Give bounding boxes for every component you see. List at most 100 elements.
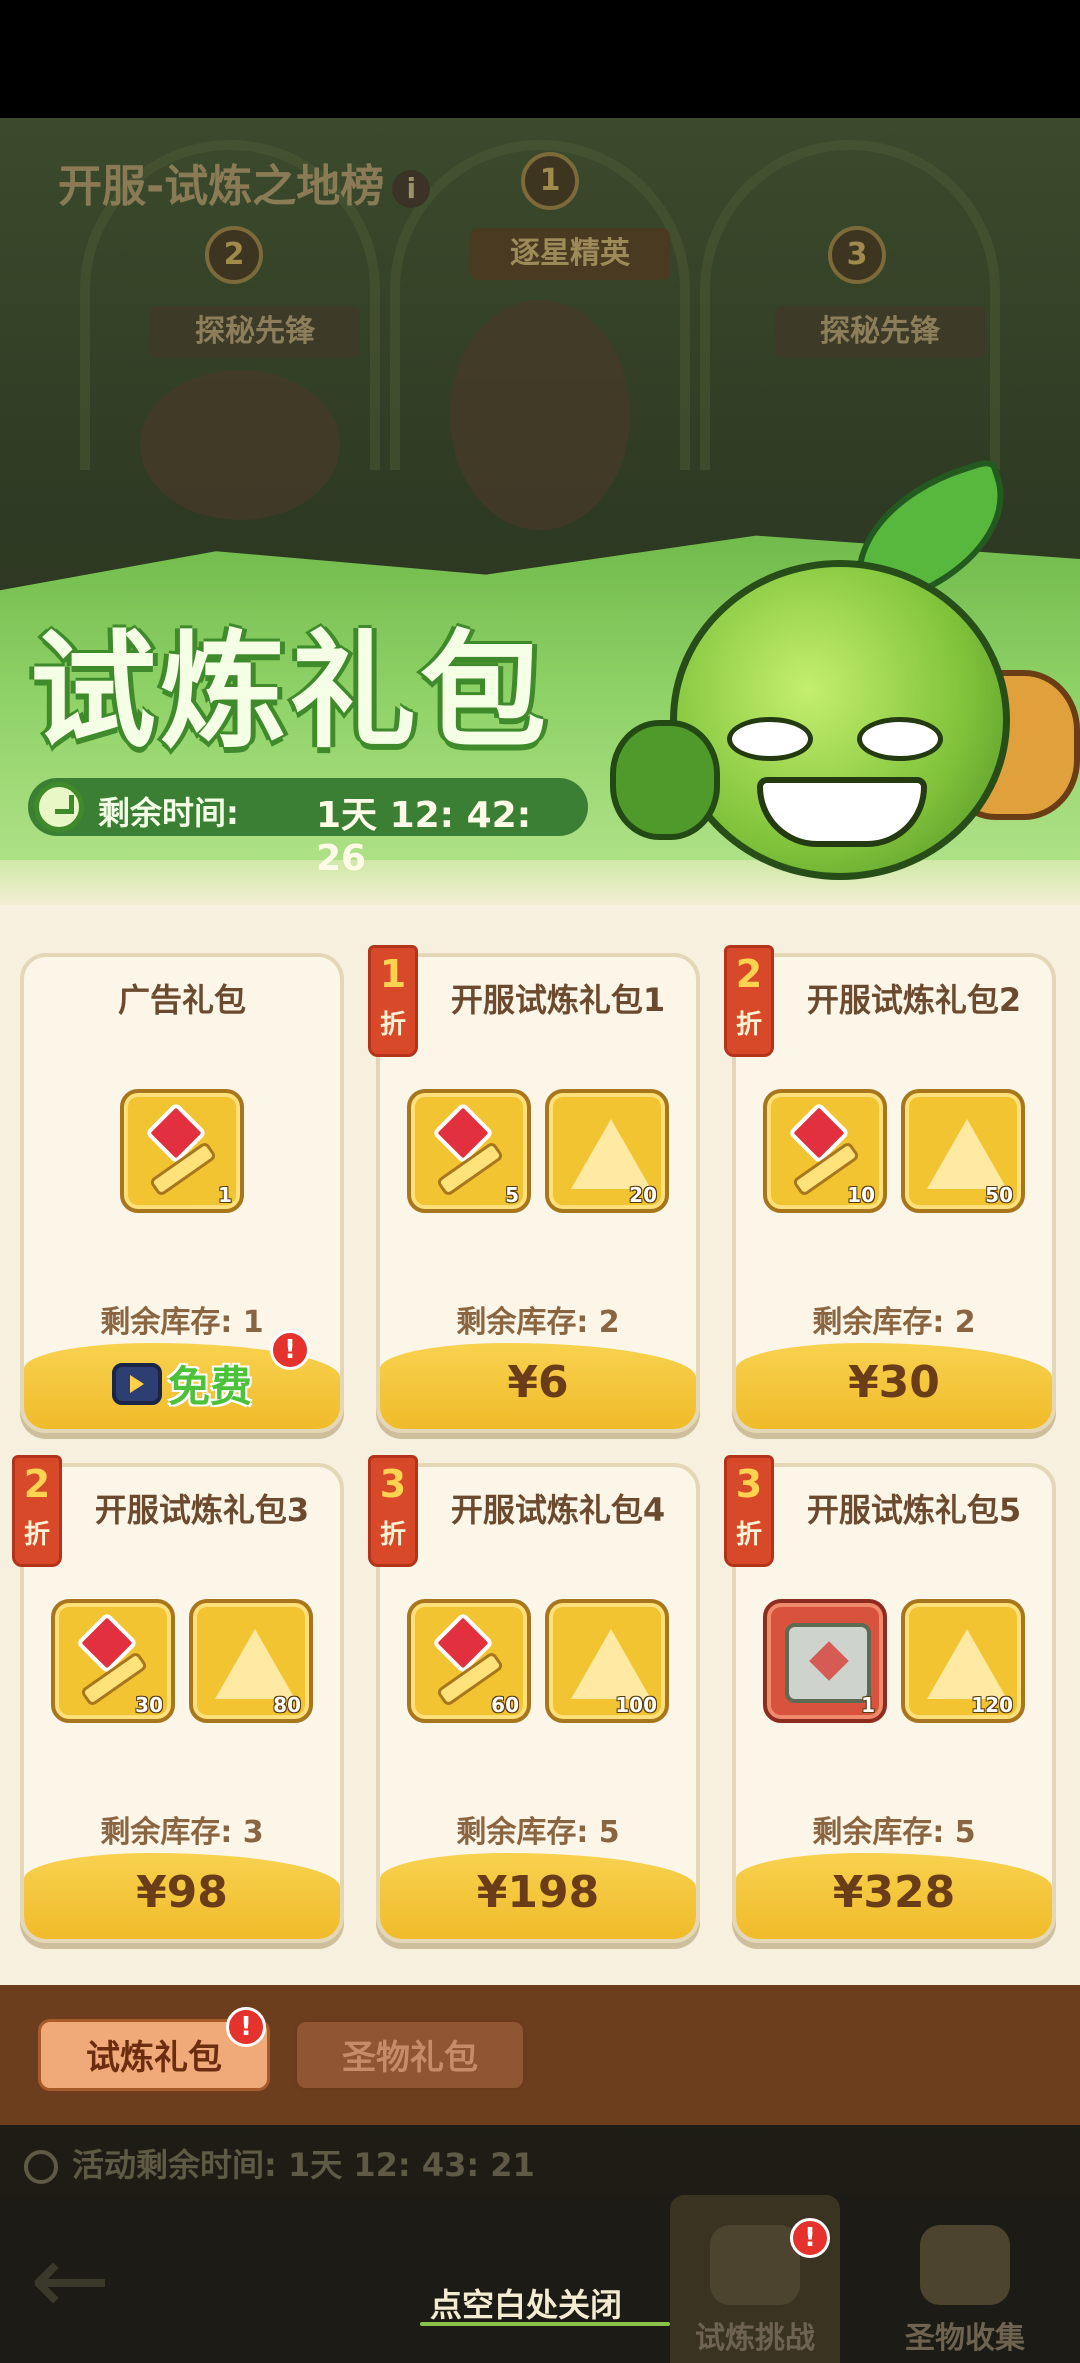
- buy-button[interactable]: ¥328: [736, 1853, 1052, 1939]
- banner-title: 试炼礼包: [30, 618, 550, 765]
- alert-badge: !: [270, 1330, 310, 1370]
- tab-relic-pack[interactable]: 圣物礼包: [294, 2019, 526, 2091]
- red-gem-key-icon[interactable]: 5: [407, 1089, 531, 1213]
- item-count: 20: [629, 1183, 657, 1207]
- pack-tab-bar: 试炼礼包 圣物礼包 !: [0, 1985, 1080, 2125]
- chest-shape: [785, 1623, 871, 1703]
- rank-title-text: 开服-试炼之地榜: [58, 161, 385, 212]
- discount-suffix: 折: [23, 1520, 50, 1550]
- pyramid-shape: [571, 1629, 651, 1699]
- pack-card-3[interactable]: 开服试炼礼包3 30 80 剩余库存: 3 ¥98: [20, 1463, 344, 1943]
- rank-ribbon-1: 逐星精英: [470, 228, 670, 280]
- pack-items: 5 20: [380, 1089, 696, 1213]
- buy-button[interactable]: ¥6: [380, 1343, 696, 1429]
- background-arch: [700, 140, 1000, 470]
- rank-ribbon-2: 探秘先锋: [150, 306, 360, 358]
- mascot-body: [670, 560, 1010, 880]
- discount-suffix: 折: [735, 1010, 762, 1040]
- gold-pyramid-icon[interactable]: 50: [901, 1089, 1025, 1213]
- item-count: 100: [615, 1693, 657, 1717]
- stock-label: 剩余库存: 5: [812, 1815, 976, 1850]
- status-bar: [0, 0, 1080, 118]
- mascot-mouth: [757, 777, 927, 847]
- stock-label: 剩余库存: 5: [456, 1815, 620, 1850]
- pack-card-2[interactable]: 开服试炼礼包2 10 50 剩余库存: 2 ¥30: [732, 953, 1056, 1433]
- discount-tag: 1 折: [368, 945, 418, 1057]
- item-count: 50: [985, 1183, 1013, 1207]
- nav-label: 圣物收集: [905, 2321, 1025, 2356]
- pyramid-shape: [215, 1629, 295, 1699]
- pack-card-4[interactable]: 开服试炼礼包4 60 100 剩余库存: 5 ¥198: [376, 1463, 700, 1943]
- red-gem-key-icon[interactable]: 60: [407, 1599, 531, 1723]
- pack-title: 开服试炼礼包1: [450, 981, 666, 1019]
- price-label: ¥198: [476, 1867, 600, 1918]
- pack-title: 开服试炼礼包2: [806, 981, 1022, 1019]
- item-count: 80: [273, 1693, 301, 1717]
- discount-tag: 2 折: [12, 1455, 62, 1567]
- pack-card-1[interactable]: 开服试炼礼包1 5 20 剩余库存: 2 ¥6: [376, 953, 700, 1433]
- red-gem-key-icon[interactable]: 10: [763, 1089, 887, 1213]
- rank-badge-1: 1: [521, 152, 579, 210]
- alert-badge: !: [226, 2007, 266, 2047]
- red-gem-key-icon[interactable]: 30: [51, 1599, 175, 1723]
- stock-label: 剩余库存: 3: [100, 1815, 264, 1850]
- countdown-timer: 剩余时间: 1天 12: 42: 26: [28, 778, 588, 879]
- red-gem-key-icon[interactable]: 1: [120, 1089, 244, 1213]
- watermelon-mascot: [610, 456, 1080, 910]
- pack-items: 1: [24, 1089, 340, 1213]
- mystery-chest-icon[interactable]: 1: [763, 1599, 887, 1723]
- pack-title: 开服试炼礼包5: [806, 1491, 1022, 1529]
- discount-tag: 3 折: [724, 1455, 774, 1567]
- gold-pyramid-icon[interactable]: 20: [545, 1089, 669, 1213]
- item-count: 1: [218, 1183, 232, 1207]
- buy-button[interactable]: ¥98: [24, 1853, 340, 1939]
- gift-pack-panel: 广告礼包 1 剩余库存: 1 免费 ! 开服试炼礼包1 5 20 剩余库存: 2…: [0, 905, 1080, 1985]
- buy-button[interactable]: ¥30: [736, 1343, 1052, 1429]
- trophy-icon: [710, 2225, 800, 2305]
- relic-icon: [920, 2225, 1010, 2305]
- mascot-eye: [727, 717, 813, 761]
- item-count: 60: [491, 1693, 519, 1717]
- pack-items: 1 120: [736, 1599, 1052, 1723]
- price-label: ¥328: [832, 1867, 956, 1918]
- pack-title: 开服试炼礼包3: [94, 1491, 310, 1529]
- mascot-eye: [857, 717, 943, 761]
- discount-suffix: 折: [379, 1520, 406, 1550]
- pack-items: 10 50: [736, 1089, 1052, 1213]
- close-hint-underline: [420, 2322, 670, 2326]
- pack-items: 60 100: [380, 1599, 696, 1723]
- discount-suffix: 折: [735, 1520, 762, 1550]
- item-count: 1: [861, 1693, 875, 1717]
- discount-number: 2: [23, 1462, 51, 1506]
- rank-badge-3: 3: [828, 226, 886, 284]
- pack-card-5[interactable]: 开服试炼礼包5 1 120 剩余库存: 5 ¥328: [732, 1463, 1056, 1943]
- gold-pyramid-icon[interactable]: 100: [545, 1599, 669, 1723]
- rank-title: 开服-试炼之地榜 i: [58, 150, 431, 214]
- clock-icon: [24, 2150, 58, 2184]
- pyramid-shape: [571, 1119, 651, 1189]
- item-count: 30: [135, 1693, 163, 1717]
- buy-button[interactable]: ¥198: [380, 1853, 696, 1939]
- pack-items: 30 80: [24, 1599, 340, 1723]
- close-hint[interactable]: 点空白处关闭: [430, 2280, 622, 2326]
- rank-ribbon-3: 探秘先锋: [775, 306, 985, 358]
- discount-tag: 3 折: [368, 1455, 418, 1567]
- nav-label: 试炼挑战: [695, 2321, 815, 2356]
- gold-pyramid-icon[interactable]: 80: [189, 1599, 313, 1723]
- gift-banner: 试炼礼包 剩余时间: 1天 12: 42: 26: [0, 456, 1080, 910]
- free-label: 免费: [167, 1362, 252, 1411]
- item-count: 10: [847, 1183, 875, 1207]
- stopwatch-icon: [34, 782, 84, 832]
- rank-badge-2: 2: [205, 226, 263, 284]
- discount-number: 1: [379, 952, 407, 996]
- item-count: 120: [971, 1693, 1013, 1717]
- discount-suffix: 折: [379, 1010, 406, 1040]
- timer-label: 剩余时间:: [98, 794, 239, 832]
- info-icon[interactable]: i: [392, 170, 431, 208]
- gold-pyramid-icon[interactable]: 120: [901, 1599, 1025, 1723]
- discount-number: 3: [735, 1462, 763, 1506]
- nav-relic-collection[interactable]: 圣物收集: [880, 2195, 1050, 2363]
- price-label: ¥30: [848, 1357, 940, 1408]
- discount-tag: 2 折: [724, 945, 774, 1057]
- back-arrow-icon[interactable]: ←: [30, 2232, 140, 2328]
